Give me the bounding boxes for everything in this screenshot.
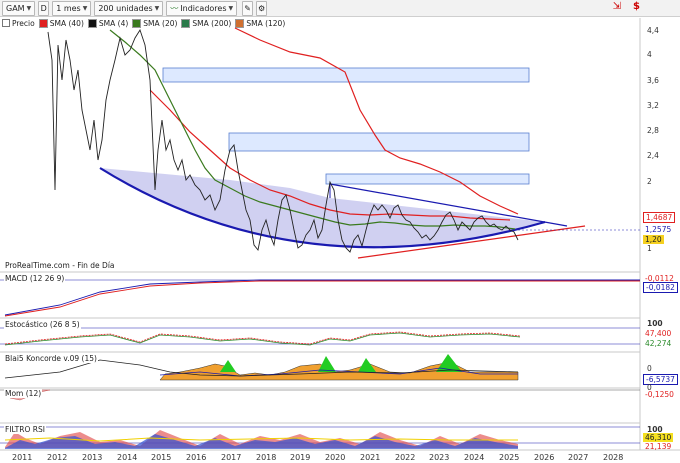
stoch-badge-bottom: 42,274	[645, 339, 672, 348]
x-axis-label: 2015	[151, 453, 172, 462]
stoch-d-line	[4, 331, 521, 345]
macd-panel-label[interactable]: MACD (12 26 9)	[4, 274, 66, 283]
x-axis-label: 2022	[395, 453, 416, 462]
zone-rect[interactable]	[325, 173, 530, 185]
macd-badge-bottom: -0,0182	[643, 282, 678, 293]
mom-panel-label[interactable]: Mom (12)	[4, 389, 43, 398]
macd-line	[4, 279, 640, 316]
koncorde-axis-zero: 0	[647, 364, 652, 373]
x-axis-label: 2013	[82, 453, 103, 462]
price-axis-label: 3,2	[647, 101, 659, 110]
price-axis-label: 4	[647, 50, 652, 59]
price-axis-label: 2	[647, 177, 652, 186]
sma40-line	[234, 27, 519, 215]
x-axis-label: 2026	[534, 453, 555, 462]
x-axis-label: 2012	[47, 453, 68, 462]
stoch-panel-label[interactable]: Estocástico (26 8 5)	[4, 320, 81, 329]
x-axis-label: 2028	[603, 453, 624, 462]
price-axis-label: 3,6	[647, 76, 659, 85]
x-axis-label: 2016	[186, 453, 207, 462]
stoch-axis-top: 100	[647, 319, 663, 328]
x-axis-label: 2027	[568, 453, 589, 462]
x-axis-label: 2020	[325, 453, 346, 462]
x-axis-label: 2024	[464, 453, 485, 462]
close-price-badge: 1,20	[643, 235, 664, 244]
koncorde-panel-label[interactable]: Blai5 Koncorde v.09 (15)	[4, 354, 98, 363]
x-axis-label: 2025	[499, 453, 520, 462]
x-axis-label: 2019	[290, 453, 311, 462]
price-axis-label: 4,4	[647, 26, 659, 35]
mom-badge: -0,1250	[645, 390, 674, 399]
x-axis-label: 2011	[12, 453, 33, 462]
x-axis-label: 2014	[117, 453, 138, 462]
sma40-badge: 1,4687	[643, 212, 676, 223]
price-axis-label: 2,4	[647, 151, 659, 160]
rsi-badge-bottom: 21,139	[645, 442, 672, 451]
source-label: ProRealTime.com - Fin de Día	[4, 261, 116, 270]
zone-rectangles	[162, 67, 530, 185]
x-axis-label: 2021	[360, 453, 381, 462]
stoch-k-line	[4, 332, 521, 346]
price-axis-label: 1	[647, 244, 652, 253]
price-axis-label: 2,8	[647, 126, 659, 135]
macd-signal	[4, 280, 640, 317]
rsi-badge-top: 46,310	[643, 433, 674, 442]
rsi-panel-label[interactable]: FILTRO RSI	[4, 425, 46, 434]
stoch-badge-top: 47,400	[645, 329, 672, 338]
chart-canvas[interactable]	[0, 0, 680, 463]
last-price-badge: 1,2575	[643, 225, 674, 234]
x-axis-label: 2023	[429, 453, 450, 462]
x-axis-label: 2018	[256, 453, 277, 462]
x-axis-label: 2017	[221, 453, 242, 462]
